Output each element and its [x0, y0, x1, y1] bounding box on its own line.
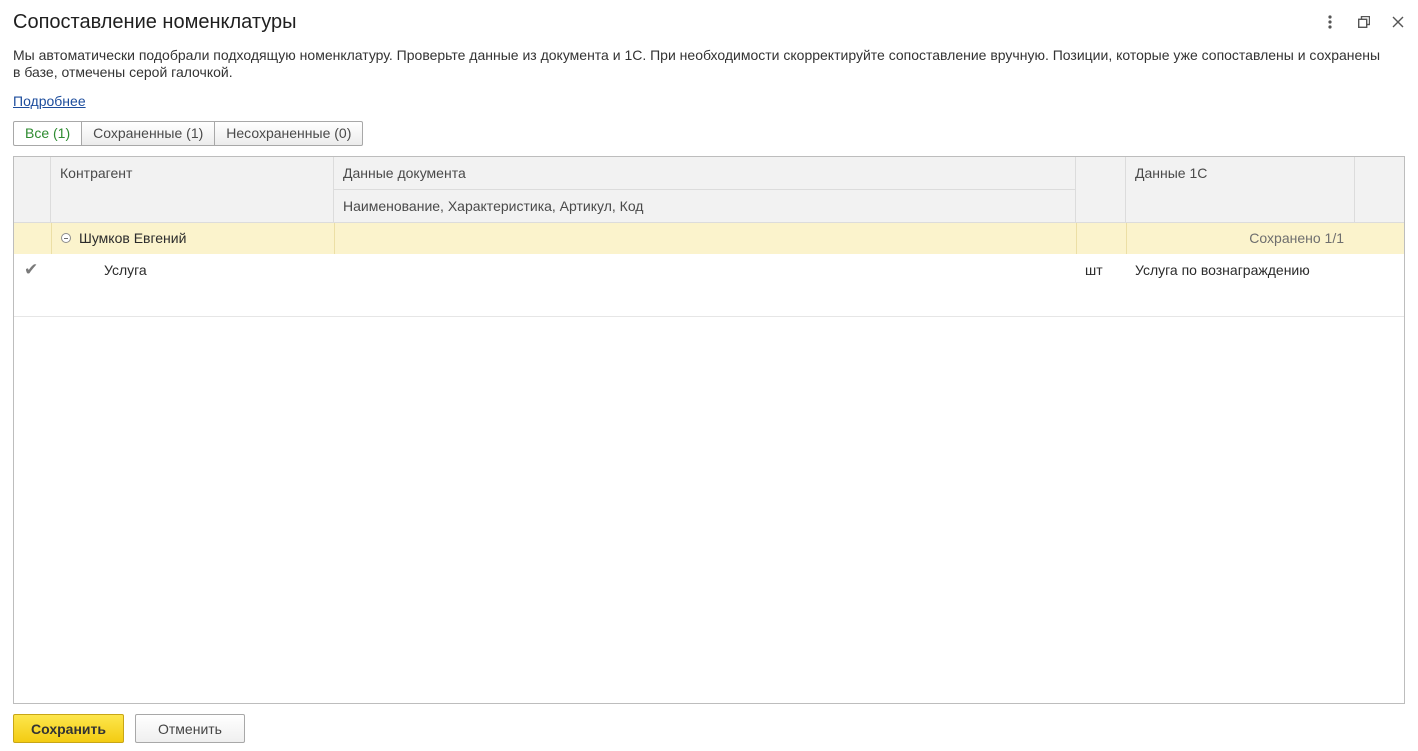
cancel-button[interactable]: Отменить	[135, 714, 245, 743]
header-extra-column	[1355, 157, 1404, 223]
group-counterparty: Шумков Евгений	[61, 230, 186, 246]
tab-saved[interactable]: Сохраненные (1)	[82, 121, 216, 146]
header-document-subheader[interactable]: Наименование, Характеристика, Артикул, К…	[334, 189, 1076, 222]
close-icon[interactable]	[1390, 12, 1406, 32]
table-header: Контрагент Данные документа Наименование…	[14, 157, 1404, 223]
tab-all[interactable]: Все (1)	[13, 121, 83, 146]
item-name: Услуга	[104, 262, 147, 278]
table-row[interactable]: ✔ Услуга шт Услуга по вознаграждению	[14, 254, 1404, 317]
more-details-link[interactable]: Подробнее	[13, 93, 86, 109]
column-divider	[1126, 223, 1127, 254]
item-unit: шт	[1085, 262, 1103, 278]
item-1c-match[interactable]: Услуга по вознаграждению	[1135, 262, 1310, 278]
column-divider	[51, 223, 52, 254]
group-name-label: Шумков Евгений	[79, 230, 187, 246]
column-divider	[1076, 223, 1077, 254]
group-row[interactable]: Шумков Евгений Сохранено 1/1	[14, 223, 1404, 254]
filter-tabs: Все (1) Сохраненные (1) Несохраненные (0…	[13, 121, 364, 146]
window-controls	[1322, 12, 1406, 32]
header-data-1c[interactable]: Данные 1С	[1126, 157, 1355, 223]
header-unit-column	[1076, 157, 1126, 223]
save-button[interactable]: Сохранить	[13, 714, 124, 743]
header-status-column	[14, 157, 51, 223]
group-saved-status: Сохранено 1/1	[1249, 230, 1344, 246]
checkmark-icon: ✔	[24, 260, 39, 279]
header-counterparty[interactable]: Контрагент	[51, 157, 334, 223]
restore-window-icon[interactable]	[1356, 12, 1372, 32]
mapping-table[interactable]: Контрагент Данные документа Наименование…	[13, 156, 1405, 704]
tab-unsaved[interactable]: Несохраненные (0)	[215, 121, 364, 146]
collapse-icon[interactable]	[61, 233, 71, 243]
description-text: Мы автоматически подобрали подходящую но…	[13, 47, 1381, 80]
column-divider	[334, 223, 335, 254]
window-title: Сопоставление номенклатуры	[13, 11, 297, 33]
more-vertical-icon[interactable]	[1322, 12, 1338, 32]
